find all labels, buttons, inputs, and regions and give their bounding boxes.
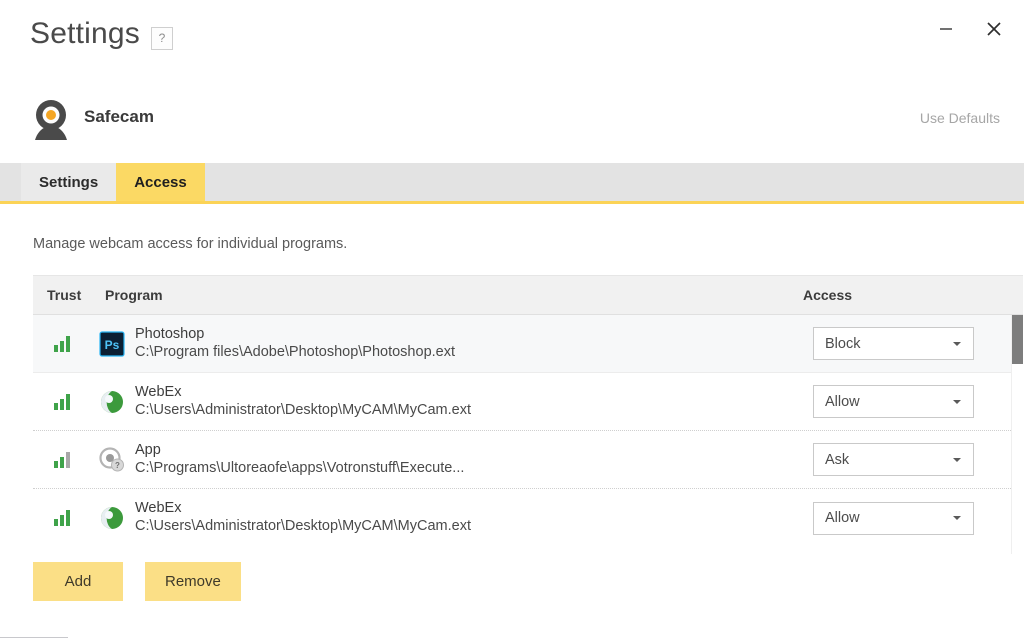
svg-text:Ps: Ps: [105, 338, 120, 352]
program-path: C:\Programs\Ultoreaofe\apps\Votronstuff\…: [135, 459, 465, 476]
program-access-table: Trust Program Access Ps Photoshop C:\Pro…: [33, 275, 1023, 554]
access-cell: Block: [808, 327, 1023, 360]
chevron-down-icon: [953, 399, 961, 404]
program-icon-cell: [91, 389, 133, 415]
remove-button[interactable]: Remove: [145, 562, 241, 601]
table-body: Ps Photoshop C:\Program files\Adobe\Phot…: [33, 315, 1023, 554]
program-cell: WebEx C:\Users\Administrator\Desktop\MyC…: [133, 384, 808, 420]
chevron-down-icon: [953, 341, 961, 346]
title-bar: Settings ?: [0, 0, 1024, 78]
column-header-access: Access: [803, 287, 853, 303]
access-cell: Allow: [808, 501, 1023, 535]
program-cell: Photoshop C:\Program files\Adobe\Photosh…: [133, 326, 808, 362]
access-value: Allow: [825, 510, 860, 526]
chevron-down-icon: [953, 516, 961, 520]
chevron-down-icon: [953, 457, 961, 462]
tab-strip: Settings Access: [0, 163, 1024, 201]
table-row[interactable]: Ps Photoshop C:\Program files\Adobe\Phot…: [33, 315, 1023, 373]
close-icon: [987, 22, 1001, 36]
tab-access[interactable]: Access: [116, 163, 205, 201]
minimize-icon: [940, 28, 952, 30]
program-cell: App C:\Programs\Ultoreaofe\apps\Votronst…: [133, 442, 808, 478]
access-value: Allow: [825, 393, 860, 410]
program-name: App: [135, 441, 161, 458]
trust-cell: [33, 451, 91, 468]
trust-level-icon: [54, 451, 70, 468]
scrollbar-thumb[interactable]: [1012, 315, 1023, 364]
access-cell: Ask: [808, 443, 1023, 476]
trust-cell: [33, 335, 91, 352]
program-path: C:\Program files\Adobe\Photoshop\Photosh…: [135, 343, 455, 360]
access-value: Block: [825, 335, 861, 352]
description-text: Manage webcam access for individual prog…: [33, 236, 348, 252]
column-header-trust: Trust: [47, 287, 82, 303]
use-defaults-link[interactable]: Use Defaults: [920, 110, 1000, 126]
svg-text:?: ?: [115, 461, 120, 470]
window-controls: [924, 12, 1016, 46]
webex-icon: [101, 390, 123, 413]
product-header: Safecam Use Defaults: [0, 92, 1024, 158]
trust-level-icon: [54, 335, 70, 352]
footer-actions: Add Remove: [33, 562, 241, 601]
program-icon-cell: ?: [91, 446, 133, 473]
program-cell: WebEx C:\Users\Administrator\Desktop\MyC…: [133, 500, 808, 536]
table-header: Trust Program Access: [33, 276, 1023, 315]
access-dropdown[interactable]: Allow: [813, 501, 974, 535]
tab-settings[interactable]: Settings: [21, 163, 117, 201]
access-dropdown[interactable]: Ask: [813, 443, 974, 476]
access-cell: Allow: [808, 385, 1023, 418]
close-button[interactable]: [972, 12, 1016, 46]
photoshop-icon: Ps: [99, 330, 125, 357]
webcam-icon: [28, 96, 74, 142]
table-scrollbar[interactable]: [1011, 315, 1023, 554]
trust-level-icon: [54, 510, 70, 526]
program-path: C:\Users\Administrator\Desktop\MyCAM\MyC…: [135, 518, 471, 534]
content-area: Manage webcam access for individual prog…: [0, 204, 1024, 638]
program-icon-cell: Ps: [91, 330, 133, 357]
program-name: WebEx: [135, 383, 182, 400]
column-header-program: Program: [105, 287, 163, 303]
table-row[interactable]: WebEx C:\Users\Administrator\Desktop\MyC…: [33, 373, 1023, 431]
program-icon-cell: [91, 505, 133, 531]
trust-cell: [33, 393, 91, 410]
program-name: WebEx: [135, 500, 182, 516]
trust-cell: [33, 510, 91, 526]
table-row[interactable]: WebEx C:\Users\Administrator\Desktop\MyC…: [33, 489, 1023, 547]
product-name: Safecam: [84, 107, 154, 126]
unknown-app-icon: ?: [99, 446, 124, 471]
minimize-button[interactable]: [924, 12, 968, 46]
help-button[interactable]: ?: [151, 27, 173, 50]
program-path: C:\Users\Administrator\Desktop\MyCAM\MyC…: [135, 401, 471, 418]
access-dropdown[interactable]: Allow: [813, 385, 974, 418]
access-value: Ask: [825, 451, 850, 468]
webex-icon: [101, 507, 123, 529]
page-title: Settings: [30, 17, 140, 50]
trust-level-icon: [54, 393, 70, 410]
table-row[interactable]: ? App C:\Programs\Ultoreaofe\apps\Votron…: [33, 431, 1023, 489]
access-dropdown[interactable]: Block: [813, 327, 974, 360]
add-button[interactable]: Add: [33, 562, 123, 601]
program-name: Photoshop: [135, 325, 205, 342]
